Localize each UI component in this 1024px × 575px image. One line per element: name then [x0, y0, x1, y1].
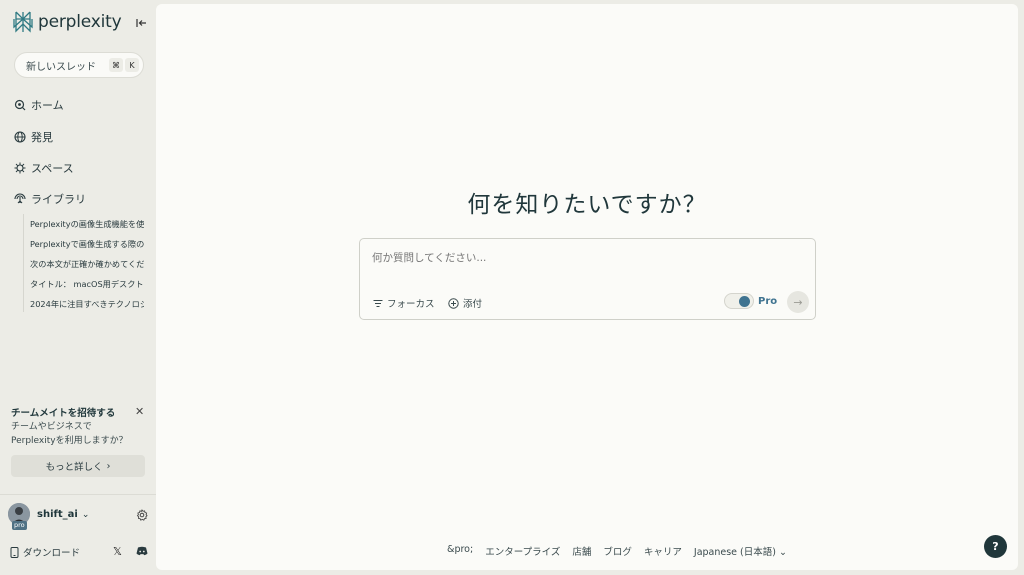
username: shift_ai [37, 509, 78, 520]
download-link[interactable]: ダウンロード [10, 545, 80, 559]
nav-discover-label: 発見 [31, 131, 53, 144]
library-thread-list: Perplexityの画像生成機能を使 Perplexityで画像生成する際の … [23, 214, 145, 312]
spaces-icon [14, 162, 26, 174]
chevron-down-icon: ⌄ [779, 547, 787, 558]
invite-desc-line1: チームやビジネスで [11, 422, 92, 432]
download-label: ダウンロード [23, 548, 81, 559]
invite-desc-line2: Perplexityを利用しますか？ [11, 436, 128, 446]
pro-label: Pro [758, 296, 778, 307]
footer-link-blog[interactable]: ブログ [603, 544, 632, 558]
nav-spaces-label: スペース [31, 162, 74, 175]
x-icon[interactable]: 𝕏 [113, 545, 122, 558]
toggle-knob [739, 296, 750, 307]
close-icon[interactable]: ✕ [135, 405, 144, 418]
footer-link-store[interactable]: 店舗 [572, 544, 591, 558]
attach-label: 添付 [463, 299, 483, 310]
help-button[interactable]: ? [984, 535, 1007, 558]
focus-label: フォーカス [387, 299, 435, 310]
divider [0, 494, 156, 495]
pro-badge: pro [12, 521, 27, 530]
footer-link-careers[interactable]: キャリア [644, 544, 682, 558]
nav-home[interactable]: ホーム [14, 97, 64, 113]
discord-icon[interactable] [136, 546, 148, 556]
library-thread-item[interactable]: 2024年に注目すべきテクノロジ [30, 298, 144, 310]
nav-library-label: ライブラリ [31, 193, 86, 206]
learn-more-button[interactable]: もっと詳しく › [11, 455, 145, 477]
arrow-right-icon: → [793, 295, 803, 309]
library-thread-item[interactable]: Perplexityの画像生成機能を使 [30, 218, 144, 230]
collapse-sidebar-icon[interactable] [135, 16, 149, 30]
library-thread-item[interactable]: 次の本文が正確か確かめてくだ [30, 258, 144, 270]
search-box: フォーカス 添付 Pro → [359, 238, 816, 320]
page-title: 何を知りたいですか？ [467, 192, 707, 218]
learn-more-label: もっと詳しく [45, 462, 103, 473]
footer: &pro; エンタープライズ 店舗 ブログ キャリア Japanese (日本語… [156, 544, 1018, 558]
phone-icon [10, 546, 19, 558]
footer-link-enterprise[interactable]: エンタープライズ [485, 544, 560, 558]
language-label: Japanese (日本語) [693, 547, 776, 558]
new-thread-button[interactable]: 新しいスレッド ⌘ K [14, 52, 144, 78]
perplexity-logo-icon [13, 11, 33, 33]
invite-description: チームやビジネスで Perplexityを利用しますか？ [11, 420, 151, 448]
submit-button[interactable]: → [787, 291, 809, 313]
pro-toggle[interactable] [724, 293, 754, 309]
invite-title: チームメイトを招待する [11, 408, 116, 419]
nav-library[interactable]: ライブラリ [14, 191, 86, 207]
gear-icon[interactable] [136, 509, 148, 521]
library-icon [14, 193, 26, 204]
library-thread-item[interactable]: Perplexityで画像生成する際の [30, 238, 144, 250]
search-input[interactable] [372, 252, 792, 264]
chevron-down-icon: ⌄ [81, 509, 90, 520]
filter-icon [373, 299, 383, 307]
nav-spaces[interactable]: スペース [14, 160, 74, 176]
plus-circle-icon [448, 297, 459, 309]
home-search-icon [14, 99, 26, 111]
library-thread-item[interactable]: タイトル： macOS用デスクト [30, 278, 144, 290]
main-panel: 何を知りたいですか？ フォーカス 添付 Pro → &pro; エンタープライズ… [156, 4, 1018, 570]
sidebar: perplexity 新しいスレッド ⌘ K ホーム 発見 スペース ライブラリ… [0, 0, 156, 575]
user-menu[interactable]: shift_ai ⌄ [37, 509, 89, 520]
shortcut-k-key: K [125, 58, 139, 72]
logo-text: perplexity [38, 12, 122, 32]
logo[interactable]: perplexity [13, 11, 122, 33]
new-thread-label: 新しいスレッド [26, 61, 96, 73]
shortcut-cmd-key: ⌘ [109, 58, 123, 72]
focus-button[interactable]: フォーカス [373, 296, 435, 310]
nav-discover[interactable]: 発見 [14, 129, 53, 145]
footer-link-pro[interactable]: &pro; [447, 544, 473, 558]
globe-icon [14, 131, 26, 143]
attach-button[interactable]: 添付 [448, 296, 482, 310]
language-selector[interactable]: Japanese (日本語) ⌄ [694, 544, 787, 558]
nav-home-label: ホーム [31, 99, 64, 112]
chevron-right-icon: › [106, 460, 111, 472]
